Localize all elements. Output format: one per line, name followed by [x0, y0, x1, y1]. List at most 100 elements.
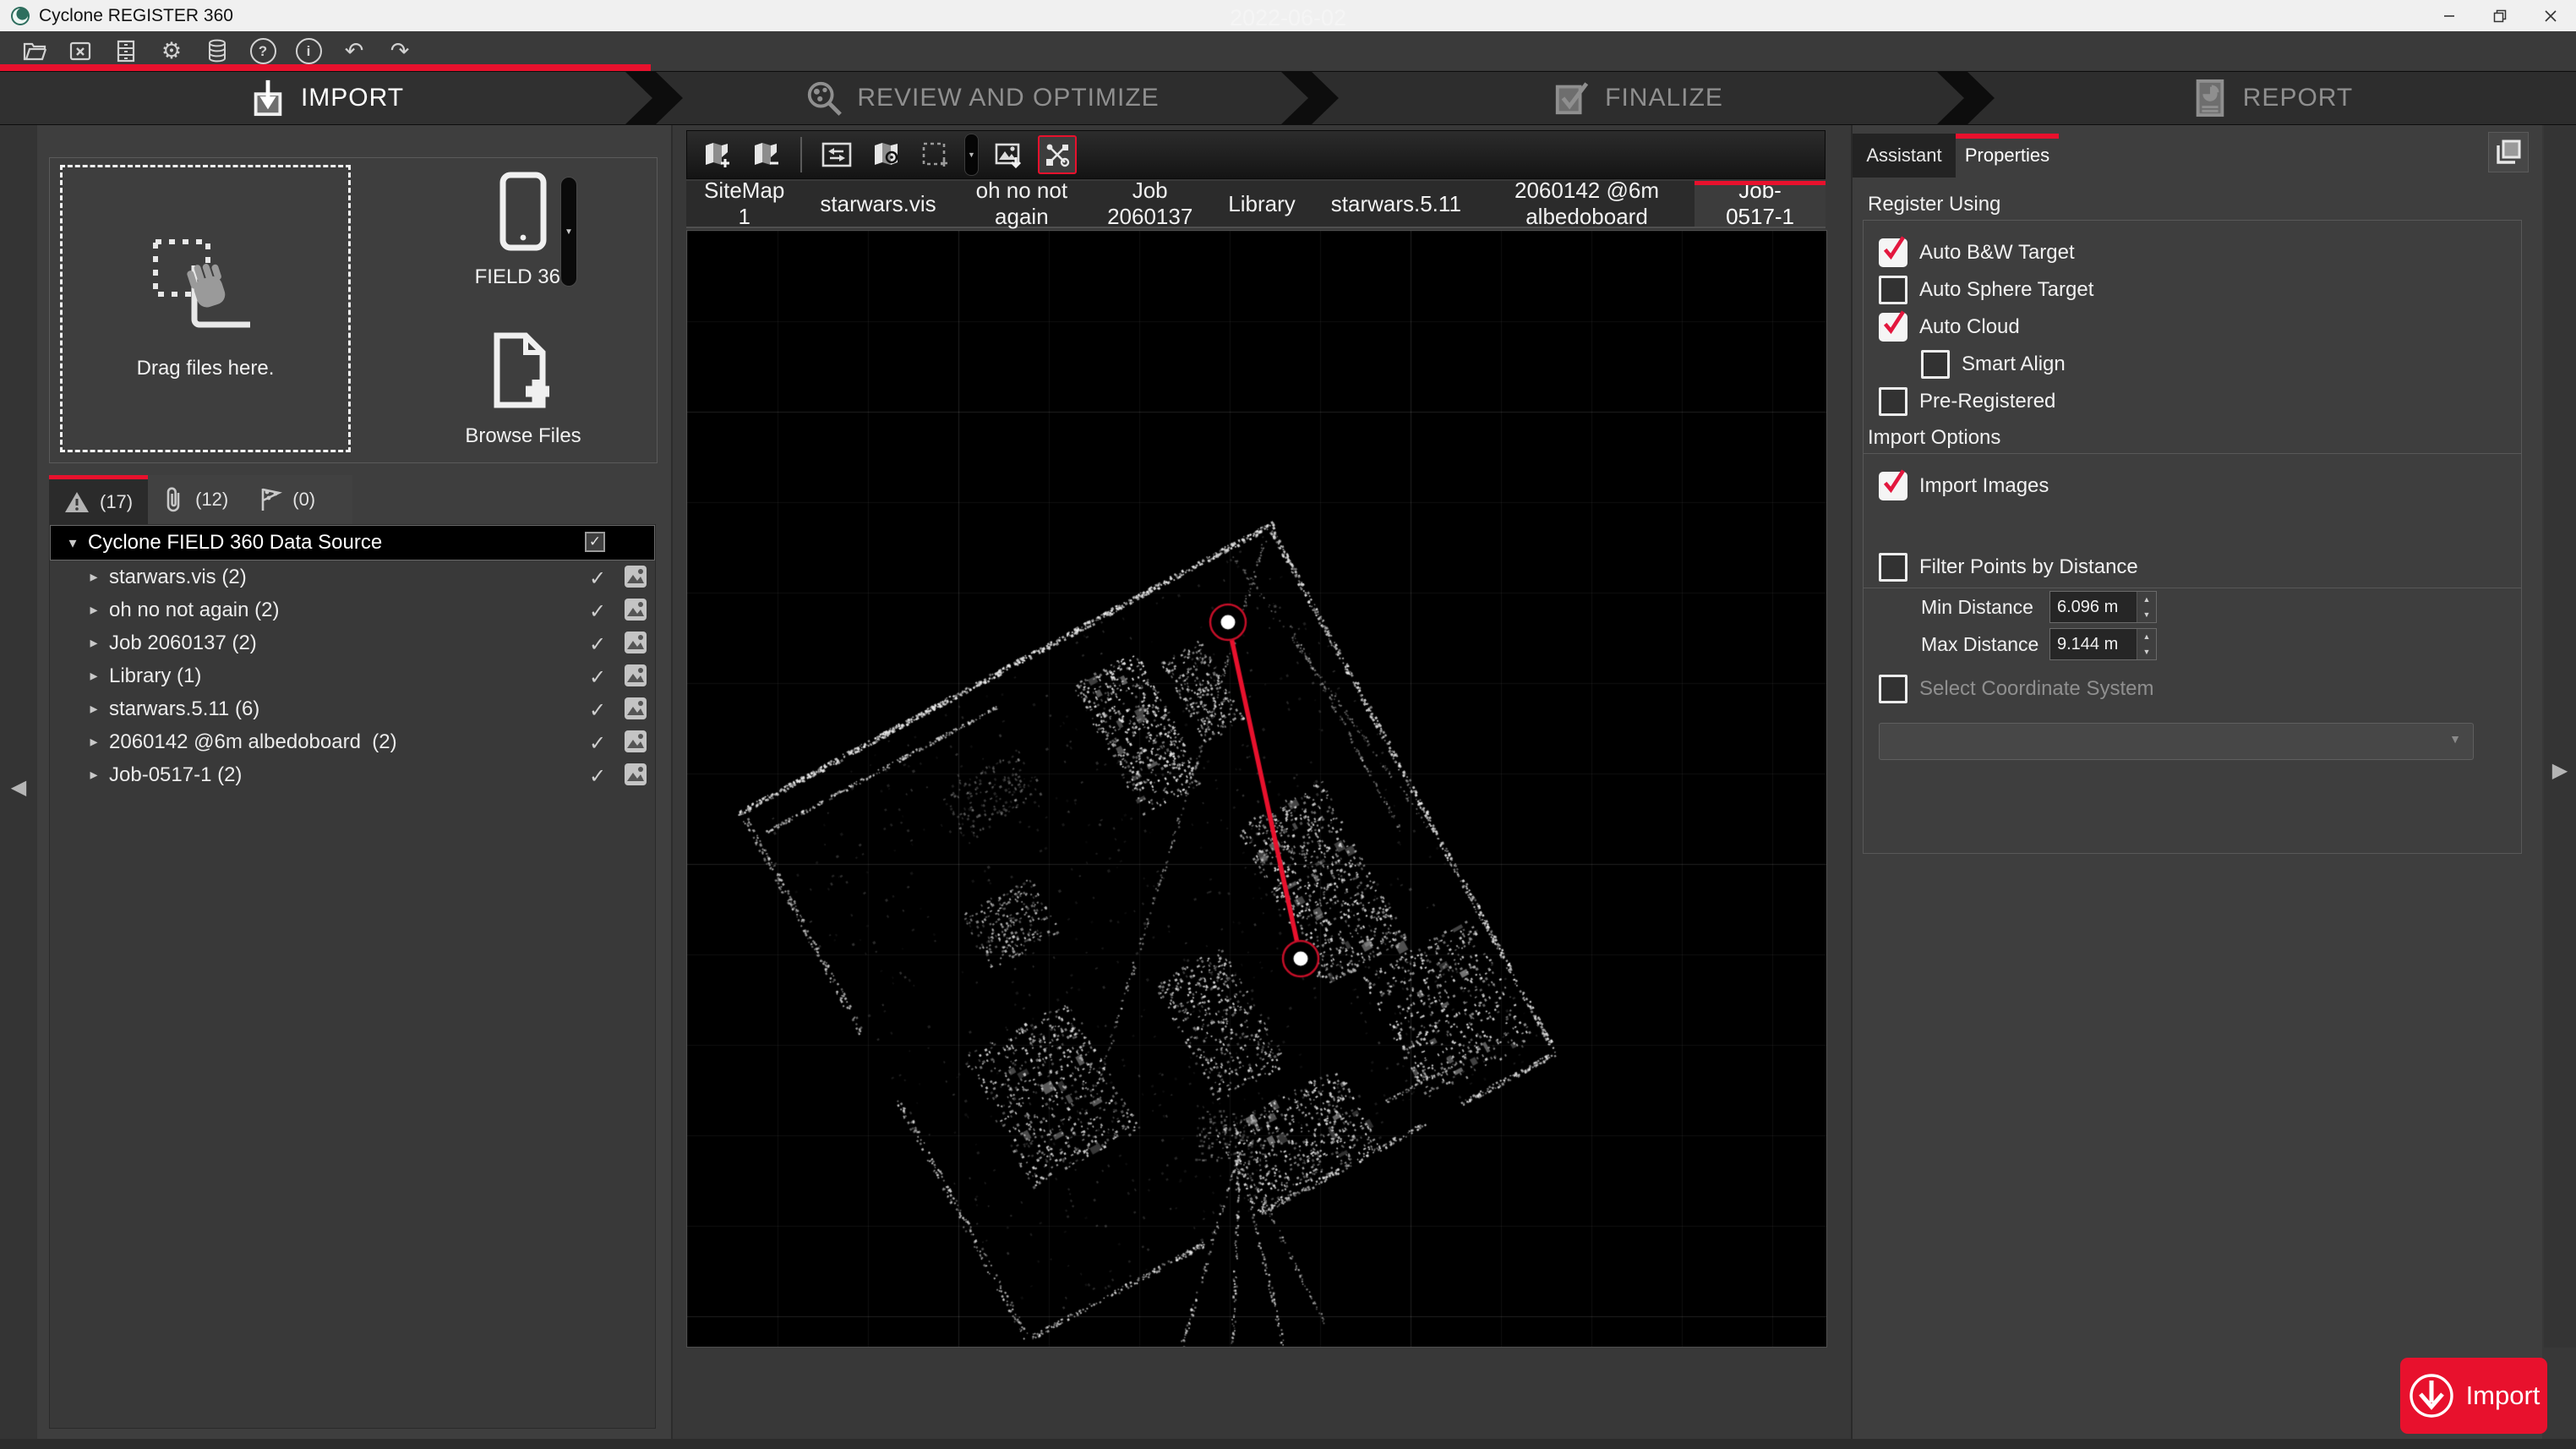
swap-sitemap-button[interactable] [817, 135, 856, 174]
tree-root-label: Cyclone FIELD 360 Data Source [88, 531, 382, 555]
minimize-icon [2442, 9, 2456, 23]
tree-item[interactable]: ▸ oh no not again (2) ✓ [50, 593, 655, 626]
tab-properties[interactable]: Properties [1956, 134, 2059, 178]
sitemap-tab[interactable]: oh no not again [954, 181, 1089, 227]
expander-icon[interactable]: ▸ [85, 568, 102, 586]
expander-icon[interactable]: ▸ [85, 766, 102, 784]
import-images-checkbox[interactable] [1879, 472, 1907, 500]
open-project-button[interactable] [19, 35, 51, 67]
close-project-button[interactable] [64, 35, 96, 67]
spin-up-icon: ▲ [2143, 632, 2151, 641]
remove-sitemap-button[interactable] [746, 135, 785, 174]
max-distance-down-button[interactable]: ▼ [2137, 644, 2156, 659]
thumbnail-icon[interactable] [623, 664, 648, 689]
browse-files-button[interactable]: Browse Files [422, 331, 625, 448]
sitemap-tab[interactable]: Library [1210, 181, 1313, 227]
sitemap-pin-button[interactable] [866, 135, 905, 174]
selection-box-button[interactable] [915, 135, 954, 174]
sitemap-tab[interactable]: 2060142 @6m albedoboard [1479, 181, 1695, 227]
sitemap-tab[interactable]: starwars.5.11 [1313, 181, 1479, 227]
storage-button[interactable] [201, 35, 233, 67]
field360-button[interactable]: FIELD 360 [422, 172, 625, 289]
tree-item[interactable]: ▸ starwars.5.11 (6) ✓ [50, 692, 655, 725]
tree-item[interactable]: ▸ starwars.vis (2) ✓ [50, 560, 655, 593]
traverse-links-button[interactable] [1038, 135, 1077, 174]
thumbnail-icon[interactable] [623, 730, 648, 755]
help-button[interactable]: ? [247, 35, 279, 67]
thumbnail-icon[interactable] [623, 697, 648, 722]
tab-assistant[interactable]: Assistant [1853, 134, 1956, 178]
auto-bw-target-checkbox[interactable] [1879, 238, 1907, 267]
expander-icon[interactable]: ▾ [64, 534, 81, 552]
workflow-step-review[interactable]: REVIEW AND OPTIMIZE [656, 72, 1308, 124]
chevron-right-icon: ▶ [2552, 759, 2568, 782]
expander-icon[interactable]: ▸ [85, 733, 102, 751]
min-distance-up-button[interactable]: ▲ [2137, 592, 2156, 607]
selection-options-dropdown[interactable]: ▼ [964, 134, 979, 176]
collapse-right-panel-button[interactable]: ▶ [2544, 752, 2576, 790]
max-distance-up-button[interactable]: ▲ [2137, 629, 2156, 644]
pre-registered-checkbox[interactable] [1879, 387, 1907, 416]
tree-root-checkbox[interactable]: ✓ [585, 532, 605, 552]
expander-icon[interactable]: ▸ [85, 634, 102, 652]
collapse-left-panel-button[interactable]: ◀ [0, 769, 37, 807]
tab-warnings[interactable]: (17) [49, 475, 148, 524]
field360-options-dropdown[interactable]: ▼ [560, 177, 577, 287]
min-distance-down-button[interactable]: ▼ [2137, 607, 2156, 622]
expander-icon[interactable]: ▸ [85, 667, 102, 685]
sitemap-tab[interactable]: starwars.vis [802, 181, 953, 227]
max-distance-input[interactable] [2050, 629, 2137, 659]
auto-cloud-checkbox[interactable] [1879, 313, 1907, 342]
redo-button[interactable]: ↷ [384, 35, 416, 67]
thumbnail-icon[interactable] [623, 631, 648, 656]
panel-layout-button[interactable] [2488, 132, 2529, 172]
expander-icon[interactable]: ▸ [85, 700, 102, 718]
import-button[interactable]: Import [2400, 1358, 2547, 1434]
add-sitemap-button[interactable] [697, 135, 736, 174]
filter-points-checkbox[interactable] [1879, 553, 1907, 582]
info-icon: i [296, 38, 322, 64]
workflow-step-report[interactable]: REPORT [1967, 72, 2576, 124]
expander-icon[interactable]: ▸ [85, 601, 102, 619]
sitemap-tab[interactable]: SiteMap 1 [686, 181, 802, 227]
checked-icon: ✓ [589, 731, 606, 756]
thumbnail-icon[interactable] [623, 598, 648, 623]
attachment-icon [163, 487, 185, 512]
import-data-button[interactable] [110, 35, 142, 67]
sitemap-tab[interactable]: Job 2060137 [1089, 181, 1210, 227]
tree-root-row[interactable]: ▾ Cyclone FIELD 360 Data Source ✓ [50, 525, 655, 560]
tree-item[interactable]: ▸ Job 2060137 (2) ✓ [50, 626, 655, 659]
workflow-step-finalize[interactable]: FINALIZE [1312, 72, 1964, 124]
tab-attachments[interactable]: (12) [148, 475, 243, 524]
undo-icon: ↶ [345, 40, 364, 63]
thumbnail-icon[interactable] [623, 565, 648, 590]
window-title: Cyclone REGISTER 360 [39, 6, 233, 26]
tree-item[interactable]: ▸ Job-0517-1 (2) ✓ [50, 758, 655, 791]
tree-item[interactable]: ▸ Library (1) ✓ [50, 659, 655, 692]
settings-button[interactable]: ⚙ [156, 35, 188, 67]
file-dropzone[interactable]: Drag files here. [60, 165, 351, 452]
checked-icon: ✓ [589, 599, 606, 624]
thumbnail-icon[interactable] [623, 763, 648, 788]
undo-button[interactable]: ↶ [338, 35, 370, 67]
about-button[interactable]: i [292, 35, 325, 67]
minimize-button[interactable] [2424, 0, 2475, 31]
min-distance-input[interactable] [2050, 592, 2137, 622]
sitemap-tab-active[interactable]: Job-0517-1 [1695, 181, 1826, 227]
select-coordinate-system-checkbox[interactable] [1879, 675, 1907, 703]
tree-item[interactable]: ▸ 2060142 @6m albedoboard (2) ✓ [50, 725, 655, 758]
auto-sphere-target-checkbox[interactable] [1879, 276, 1907, 304]
restore-button[interactable] [2475, 0, 2525, 31]
chevron-down-icon: ▼ [2449, 732, 2461, 746]
export-image-button[interactable] [989, 135, 1028, 174]
tab-targets[interactable]: (0) [243, 475, 330, 524]
close-button[interactable] [2525, 0, 2576, 31]
open-folder-icon [22, 38, 47, 63]
pointcloud-canvas[interactable] [687, 231, 1826, 1347]
cyclone-register-360-window: Cyclone REGISTER 360 ⚙ [0, 0, 2576, 1449]
image-export-icon [994, 140, 1023, 169]
workflow-step-import[interactable]: IMPORT [0, 72, 652, 124]
smart-align-checkbox[interactable] [1921, 350, 1950, 379]
import-button-label: Import [2466, 1381, 2541, 1411]
coordinate-system-select[interactable]: ▼ [1879, 723, 2474, 760]
